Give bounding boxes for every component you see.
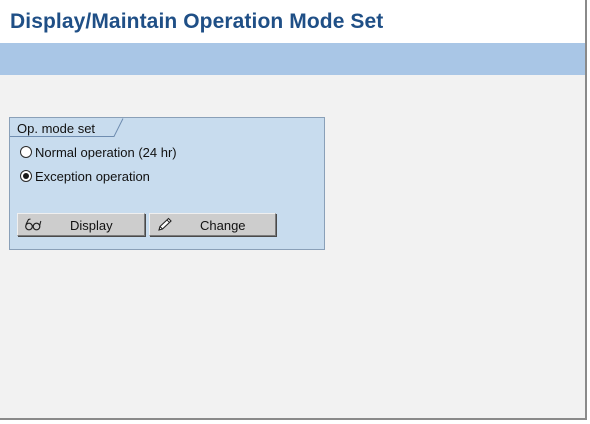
application-toolbar (0, 43, 585, 75)
main-window: Display/Maintain Operation Mode Set Op. … (0, 0, 587, 420)
radio-exception-operation[interactable]: Exception operation (20, 167, 150, 185)
glasses-icon (25, 218, 42, 231)
op-mode-set-group: Op. mode set Normal operation (24 hr) Ex… (9, 117, 325, 250)
group-tab: Op. mode set (10, 118, 124, 137)
radio-button-exception[interactable] (20, 170, 32, 182)
radio-button-normal[interactable] (20, 146, 32, 158)
display-button[interactable]: Display (17, 213, 145, 236)
page-title: Display/Maintain Operation Mode Set (10, 10, 384, 33)
radio-label-exception: Exception operation (35, 168, 150, 184)
radio-normal-operation[interactable]: Normal operation (24 hr) (20, 143, 177, 161)
pencil-icon (158, 217, 172, 231)
change-button-label: Change (200, 218, 246, 233)
title-bar: Display/Maintain Operation Mode Set (0, 0, 585, 43)
change-button[interactable]: Change (149, 213, 276, 236)
display-button-label: Display (70, 218, 113, 233)
radio-label-normal: Normal operation (24 hr) (35, 144, 177, 160)
group-label: Op. mode set (17, 121, 96, 136)
